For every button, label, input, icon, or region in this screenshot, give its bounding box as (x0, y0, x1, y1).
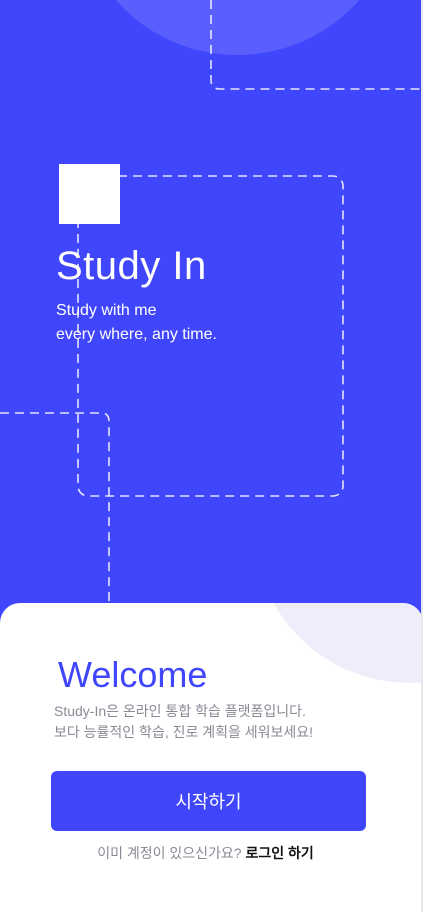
login-link[interactable]: 로그인 하기 (245, 845, 313, 861)
welcome-heading: Welcome (58, 654, 208, 695)
login-prompt-row: 이미 계정이 있으신가요? 로그인 하기 (0, 843, 411, 863)
app-title: Study In (56, 244, 207, 288)
tagline-line-2: every where, any time. (56, 326, 217, 343)
app-logo (59, 164, 120, 224)
sheet-decorative-circle (255, 603, 423, 683)
hero-section: Study In Study with me every where, any … (0, 0, 423, 640)
tagline-line-1: Study with me (56, 302, 157, 319)
description-line-1: Study-In은 온라인 통합 학습 플랫폼입니다. (54, 703, 306, 719)
app-tagline: Study with me every where, any time. (56, 299, 217, 347)
description-line-2: 보다 능률적인 학습, 진로 계획을 세워보세요! (54, 724, 314, 740)
welcome-description: Study-In은 온라인 통합 학습 플랫폼입니다. 보다 능률적인 학습, … (54, 701, 313, 743)
start-button[interactable]: 시작하기 (51, 771, 366, 831)
login-prompt-text: 이미 계정이 있으신가요? (97, 845, 242, 861)
welcome-sheet: Welcome Study-In은 온라인 통합 학습 플랫폼입니다. 보다 능… (0, 603, 423, 923)
